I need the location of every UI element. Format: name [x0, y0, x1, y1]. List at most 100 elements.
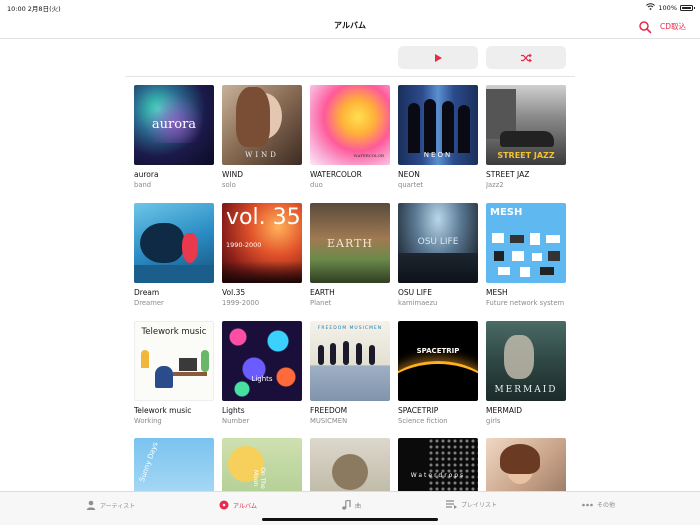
search-icon: [639, 21, 652, 34]
album-artist: kamimaezu: [398, 299, 438, 307]
tab-label: その他: [597, 502, 616, 509]
album-item[interactable]: WIND WIND solo: [222, 85, 302, 189]
album-item[interactable]: aurora aurora band: [134, 85, 214, 189]
album-title: OSU LIFE: [398, 288, 432, 297]
album-item[interactable]: vol. 35 1990-2000 Vol.35 1999-2000: [222, 203, 302, 307]
album-item[interactable]: WATERCOLOR WATERCOLOR duo: [310, 85, 390, 189]
album-cover[interactable]: Lights: [222, 321, 302, 401]
tab-songs[interactable]: 曲: [342, 500, 361, 510]
music-note-icon: [342, 500, 351, 510]
cover-title: NEON: [423, 151, 453, 159]
tab-label: アーティスト: [100, 502, 136, 510]
album-cover[interactable]: Telework music: [134, 321, 214, 401]
album-title: MERMAID: [486, 406, 523, 415]
status-bar: 10:00 2月8日(火) 100%: [0, 0, 700, 14]
status-right: 100%: [646, 3, 695, 12]
album-cover[interactable]: WATERCOLOR: [310, 85, 390, 165]
album-item[interactable]: OSU LIFE OSU LIFE kamimaezu: [398, 203, 478, 307]
album-item[interactable]: Telework music Telework music Working: [134, 321, 214, 425]
album-cover[interactable]: MESH: [486, 203, 566, 283]
album-cover[interactable]: OSU LIFE: [398, 203, 478, 283]
cover-title: FREEDOM MUSICMEN: [317, 326, 383, 331]
tab-playlists[interactable]: プレイリスト: [446, 500, 497, 509]
album-cover[interactable]: [486, 438, 566, 491]
cover-title: Lights: [251, 375, 273, 383]
cd-import-button[interactable]: CD取込: [660, 21, 686, 32]
album-artist: quartet: [398, 181, 424, 189]
tab-label: 曲: [355, 502, 362, 510]
album-cover[interactable]: Sunny Days: [134, 438, 214, 491]
album-title: Lights: [222, 406, 245, 415]
album-item[interactable]: SPACETRIP SPACETRIP Science fiction: [398, 321, 478, 425]
album-artist: Jazz2: [486, 181, 504, 189]
album-artist: Future network system: [486, 299, 565, 307]
album-title: STREET JAZ: [486, 170, 530, 179]
album-item[interactable]: MESH MESH Future network system: [486, 203, 566, 307]
album-title: EARTH: [310, 288, 335, 297]
album-cover[interactable]: EARTH: [310, 203, 390, 283]
cover-title: WATERCOLOR: [353, 153, 384, 158]
album-cover[interactable]: MERMAID: [486, 321, 566, 401]
cover-title: SPACETRIP: [416, 347, 460, 355]
album-cover[interactable]: On The Moon: [222, 438, 302, 491]
album-item[interactable]: Waterdrops: [398, 438, 478, 491]
album-artist: Working: [134, 417, 162, 425]
album-icon: [219, 500, 229, 510]
album-item[interactable]: Dream Dreamer: [134, 203, 214, 307]
album-cover[interactable]: FREEDOM MUSICMEN: [310, 321, 390, 401]
album-title: WIND: [222, 170, 244, 179]
album-item[interactable]: NEON NEON quartet: [398, 85, 478, 189]
album-title: Dream: [134, 288, 160, 297]
cover-title: Waterdrops: [410, 472, 466, 479]
play-icon: [435, 53, 442, 62]
album-item[interactable]: FREEDOM MUSICMEN FREEDOM MUSICMEN: [310, 321, 390, 425]
album-item[interactable]: EARTH EARTH Planet: [310, 203, 390, 307]
battery-percent: 100%: [658, 3, 677, 12]
cover-title: aurora: [151, 117, 197, 132]
tab-albums[interactable]: アルバム: [219, 500, 257, 510]
album-cover[interactable]: aurora: [134, 85, 214, 165]
album-cover[interactable]: [134, 203, 214, 283]
album-cover[interactable]: vol. 35 1990-2000: [222, 203, 302, 283]
tab-label: アルバム: [233, 502, 257, 510]
album-item[interactable]: [486, 438, 566, 491]
album-artist: girls: [486, 417, 501, 425]
album-cover[interactable]: SPACETRIP: [398, 321, 478, 401]
tab-artists[interactable]: アーティスト: [86, 500, 135, 510]
album-artist: Dreamer: [134, 299, 164, 307]
album-cover[interactable]: [310, 438, 390, 491]
album-artist: Science fiction: [398, 417, 448, 425]
cover-subtitle: 1990-2000: [226, 241, 262, 249]
page-title: アルバム: [334, 21, 366, 30]
cover-title: OSU LIFE: [417, 237, 459, 247]
album-cover[interactable]: WIND: [222, 85, 302, 165]
album-artist: band: [134, 181, 152, 189]
album-item[interactable]: On The Moon: [222, 438, 302, 491]
album-title: SPACETRIP: [398, 406, 439, 415]
album-title: NEON: [398, 170, 420, 179]
album-item[interactable]: Lights Lights Number: [222, 321, 302, 425]
album-title: FREEDOM: [310, 406, 348, 415]
album-artist: Planet: [310, 299, 332, 307]
album-cover[interactable]: NEON: [398, 85, 478, 165]
album-item[interactable]: Sunny Days: [134, 438, 214, 491]
person-icon: [86, 500, 96, 510]
cover-title: MESH: [490, 207, 523, 218]
play-button[interactable]: [398, 46, 478, 69]
battery-icon: [680, 4, 695, 11]
album-cover[interactable]: STREET JAZZ: [486, 85, 566, 165]
album-item[interactable]: [310, 438, 390, 491]
cover-title: On The Moon: [252, 467, 266, 489]
album-item[interactable]: STREET JAZZ STREET JAZ Jazz2: [486, 85, 566, 189]
action-bar: [0, 39, 700, 77]
shuffle-button[interactable]: [486, 46, 566, 69]
album-cover[interactable]: Waterdrops: [398, 438, 478, 491]
search-button[interactable]: [638, 19, 652, 34]
wifi-icon: [646, 3, 656, 12]
album-artist: 1999-2000: [222, 299, 260, 307]
tab-label: プレイリスト: [461, 502, 498, 509]
album-item[interactable]: MERMAID MERMAID girls: [486, 321, 566, 425]
tab-more[interactable]: その他: [582, 500, 615, 509]
album-title: WATERCOLOR: [310, 170, 362, 179]
album-title: aurora: [134, 170, 159, 179]
